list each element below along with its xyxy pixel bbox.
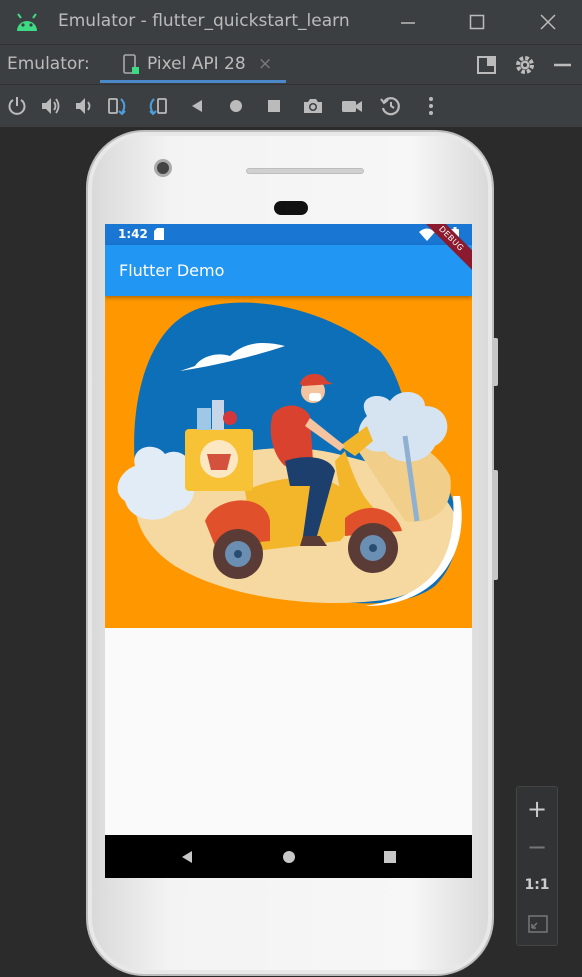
more-icon[interactable] xyxy=(420,95,442,117)
maximize-button[interactable] xyxy=(465,10,489,34)
delivery-illustration xyxy=(105,296,472,628)
zoom-controls: + − 1:1 xyxy=(516,786,558,946)
screen-record-icon[interactable] xyxy=(341,95,363,117)
status-time: 1:42 xyxy=(118,227,148,241)
nav-home-icon[interactable] xyxy=(282,850,296,864)
volume-side-button[interactable] xyxy=(492,470,498,580)
earpiece-speaker xyxy=(246,168,364,174)
home-icon[interactable] xyxy=(225,95,247,117)
emulator-label: Emulator: xyxy=(7,54,90,74)
hide-panel-icon[interactable] xyxy=(551,53,575,77)
back-icon[interactable] xyxy=(186,95,208,117)
minimize-button[interactable] xyxy=(396,10,420,34)
app-title: Flutter Demo xyxy=(119,261,225,280)
snapshot-icon[interactable] xyxy=(380,95,402,117)
layout-icon[interactable] xyxy=(475,53,499,77)
minimize-icon xyxy=(401,22,415,24)
rotate-right-icon[interactable] xyxy=(146,95,168,117)
scooter-delivery-image xyxy=(117,302,462,606)
nav-overview-icon[interactable] xyxy=(383,850,397,864)
volume-up-icon[interactable] xyxy=(39,95,61,117)
tab-close-icon[interactable]: × xyxy=(258,54,272,74)
settings-gear-icon[interactable] xyxy=(513,53,537,77)
volume-down-icon[interactable] xyxy=(72,95,94,117)
window-title-bar: Emulator - flutter_quickstart_learn xyxy=(0,0,582,44)
power-side-button[interactable] xyxy=(492,338,498,386)
device-icon xyxy=(123,54,139,74)
zoom-out-button[interactable]: − xyxy=(517,833,557,861)
emulator-toolbar xyxy=(0,84,582,128)
window-title: Emulator - flutter_quickstart_learn xyxy=(58,11,350,31)
status-bar: 1:42 xyxy=(105,224,472,245)
android-icon xyxy=(17,13,37,31)
front-camera xyxy=(154,159,172,177)
proximity-sensor xyxy=(274,201,308,215)
power-icon[interactable] xyxy=(6,95,28,117)
screenshot-icon[interactable] xyxy=(302,95,324,117)
zoom-fit-icon[interactable] xyxy=(528,915,548,933)
tab-label: Pixel API 28 xyxy=(147,54,246,74)
tab-active-indicator xyxy=(100,80,286,83)
system-nav-bar xyxy=(105,835,472,878)
rotate-left-icon[interactable] xyxy=(107,95,129,117)
app-bar: Flutter Demo xyxy=(105,245,472,296)
close-icon xyxy=(540,14,556,30)
maximize-icon xyxy=(469,14,485,30)
emulator-tab-bar: Emulator: Pixel API 28 × xyxy=(0,44,582,84)
tab-pixel-api-28[interactable]: Pixel API 28 × xyxy=(100,45,286,85)
sd-card-icon xyxy=(154,228,164,240)
nav-back-icon[interactable] xyxy=(180,850,194,864)
zoom-actual-size-button[interactable]: 1:1 xyxy=(517,877,557,893)
device-screen[interactable]: 1:42 DEBUG Flutter Demo xyxy=(105,224,472,878)
overview-icon[interactable] xyxy=(263,95,285,117)
close-button[interactable] xyxy=(536,10,560,34)
zoom-in-button[interactable]: + xyxy=(517,795,557,823)
